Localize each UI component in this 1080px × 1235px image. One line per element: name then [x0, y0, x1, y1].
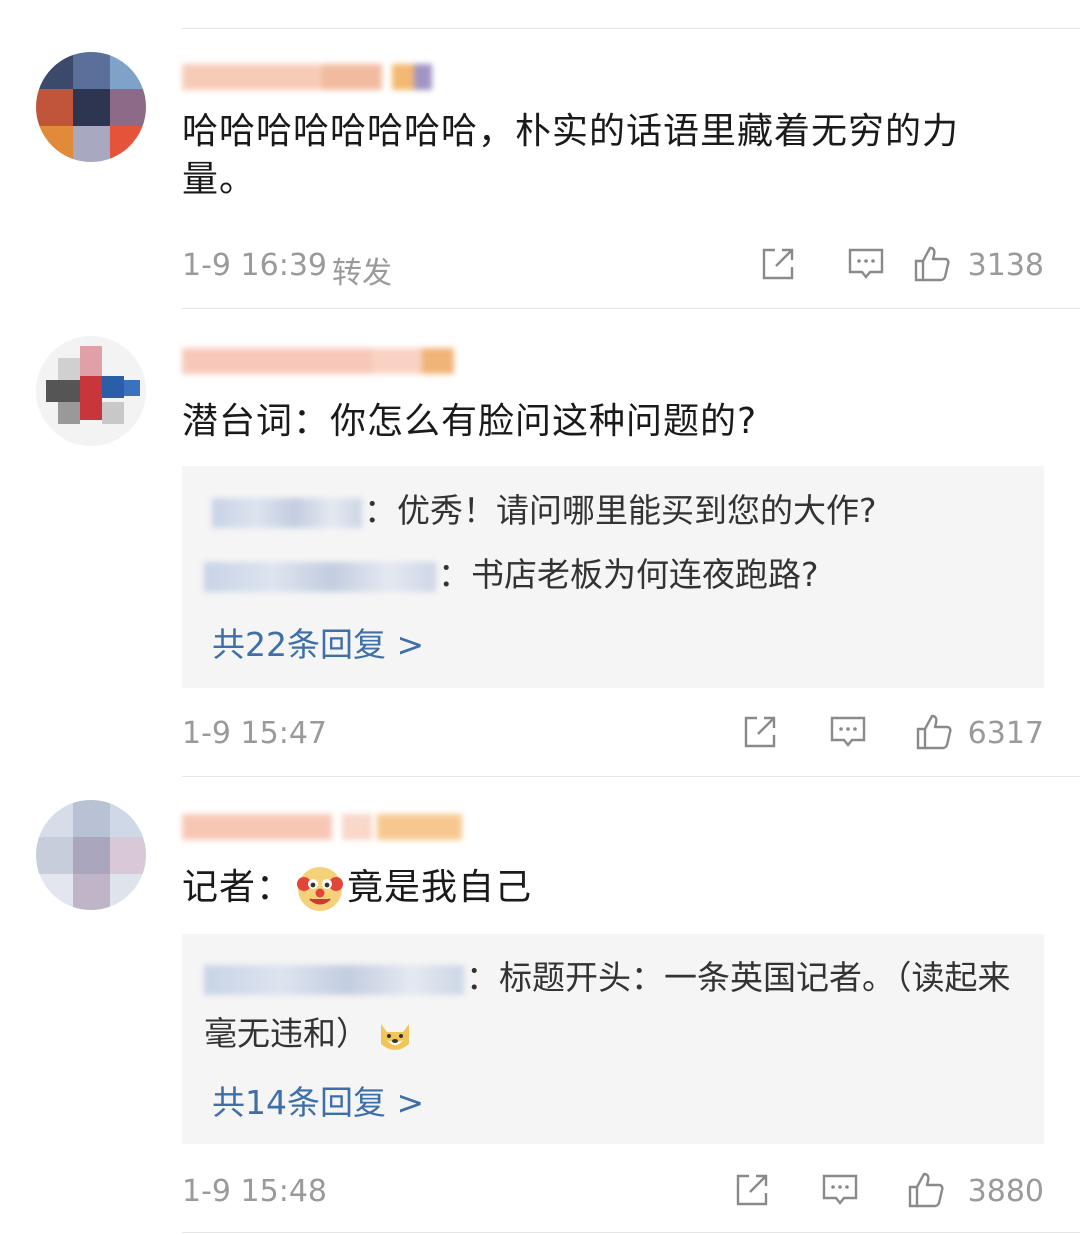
comment-text: 记者： 竟是我自己 — [182, 864, 1032, 914]
comment-text: 潜台词：你怎么有脸问这种问题的? — [182, 401, 758, 442]
avatar[interactable] — [36, 336, 146, 446]
view-all-replies-link[interactable]: 共14条回复 > — [212, 1076, 424, 1124]
divider — [182, 1232, 1080, 1233]
avatar[interactable] — [36, 52, 146, 162]
top-divider — [182, 28, 1080, 29]
share-icon[interactable] — [758, 244, 798, 284]
avatar-mosaic — [36, 52, 146, 162]
comment-meta: 1-9 15:48 3880 — [182, 1170, 1044, 1214]
reply-item: ：优秀！请问哪里能买到您的大作? — [212, 484, 1014, 538]
thumbs-up-icon[interactable] — [906, 1170, 946, 1210]
comment-time: 1-9 15:47 — [182, 716, 327, 751]
comment-time: 1-9 15:48 — [182, 1174, 327, 1209]
username-blurred[interactable] — [182, 806, 472, 846]
comment-meta: 1-9 15:47 6317 — [182, 712, 1044, 756]
reply-text: 书店老板为何连夜跑路? — [471, 555, 819, 594]
reply-name-separator: ： — [466, 958, 499, 997]
like-count: 6317 — [967, 716, 1044, 751]
thumbs-up-icon[interactable] — [912, 244, 952, 284]
comment-meta: 1-9 16:39 转发 3138 — [182, 244, 1044, 291]
clown-emoji — [297, 867, 344, 911]
share-icon[interactable] — [740, 712, 780, 752]
comment-text-suffix: 竟是我自己 — [347, 867, 533, 908]
reply-box[interactable]: ：标题开头：一条英国记者。（读起来毫无违和） 共14条回复 > — [182, 934, 1044, 1144]
avatar-mosaic — [36, 800, 146, 910]
username-blurred[interactable] — [182, 56, 432, 96]
like-count: 3138 — [967, 248, 1044, 283]
username-blurred[interactable] — [182, 340, 454, 380]
avatar[interactable] — [36, 800, 146, 910]
doge-emoji — [381, 1023, 409, 1050]
reply-name-separator: ： — [438, 555, 471, 594]
reply-box[interactable]: ：优秀！请问哪里能买到您的大作? ：书店老板为何连夜跑路? 共22条回复 > — [182, 466, 1044, 688]
share-icon[interactable] — [732, 1170, 772, 1210]
divider — [182, 308, 1080, 309]
reply-username-blurred[interactable] — [204, 964, 464, 995]
reply-username-blurred[interactable] — [204, 561, 436, 592]
reply-text: 优秀！请问哪里能买到您的大作? — [397, 491, 877, 530]
divider — [182, 776, 1080, 777]
comment-icon[interactable] — [820, 1170, 860, 1210]
view-all-replies-link[interactable]: 共22条回复 > — [212, 618, 424, 666]
reply-name-separator: ： — [364, 491, 397, 530]
comment-icon[interactable] — [846, 244, 886, 284]
reply-item: ：书店老板为何连夜跑路? — [204, 548, 1014, 602]
thumbs-up-icon[interactable] — [914, 712, 954, 752]
repost-link[interactable]: 转发 — [332, 248, 392, 292]
comment-icon[interactable] — [828, 712, 868, 752]
comment-time: 1-9 16:39 — [182, 248, 327, 283]
like-count: 3880 — [967, 1174, 1044, 1209]
reply-username-blurred[interactable] — [212, 497, 362, 528]
comment-text: 哈哈哈哈哈哈哈哈，朴实的话语里藏着无穷的力量。 — [182, 111, 960, 200]
avatar-mosaic — [36, 336, 146, 446]
reply-item: ：标题开头：一条英国记者。（读起来毫无违和） — [204, 950, 1014, 1062]
comment-text-prefix: 记者： — [182, 867, 294, 908]
